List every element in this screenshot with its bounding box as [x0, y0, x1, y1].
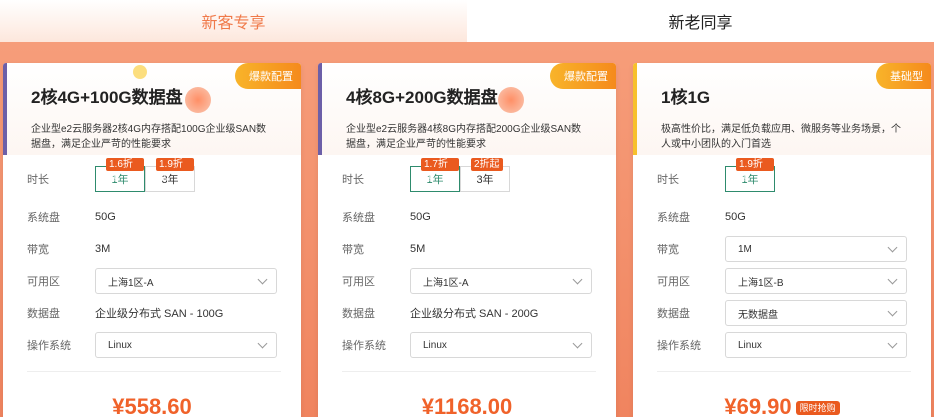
tab-new-customer[interactable]: 新客专享	[0, 0, 467, 42]
divider	[27, 371, 281, 372]
zone-row: 可用区 上海1区-B	[657, 265, 911, 297]
system-disk-row: 系统盘 50G	[657, 211, 746, 224]
system-disk-value: 50G	[95, 211, 116, 223]
bandwidth-select[interactable]: 1M	[725, 236, 907, 262]
hot-config-badge: 爆款配置	[235, 63, 301, 89]
discount-badge: 2折起	[471, 158, 503, 171]
product-card-2c4g: 2核4G+100G数据盘 企业型e2云服务器2核4G内存搭配100G企业级SAN…	[3, 63, 301, 417]
discount-badge: 1.9折起	[156, 158, 194, 183]
limited-offer-badge: 限时抢购	[795, 401, 840, 416]
zone-select[interactable]: 上海1区-B	[725, 268, 907, 294]
os-row: 操作系统 Linux	[27, 329, 281, 361]
basic-type-badge: 基础型	[876, 63, 931, 89]
data-disk-value: 企业级分布式 SAN - 200G	[410, 308, 539, 320]
chevron-down-icon	[257, 338, 268, 348]
divider	[342, 371, 596, 372]
duration-row: 时长 1.9折起 1年	[657, 157, 911, 201]
chevron-down-icon	[887, 306, 898, 316]
card-header: 2核4G+100G数据盘 企业型e2云服务器2核4G内存搭配100G企业级SAN…	[3, 63, 301, 155]
duration-option-3y[interactable]: 2折起 3年	[460, 158, 510, 192]
card-header: 1核1G 极高性价比，满足低负载应用、微服务等业务场景，个人或中小团队的入门首选…	[633, 63, 931, 155]
price: ¥69.90 限时抢购	[633, 394, 931, 417]
os-select[interactable]: Linux	[95, 332, 277, 358]
duration-label: 时长	[27, 174, 49, 186]
zone-row: 可用区 上海1区-A	[27, 265, 281, 297]
os-select[interactable]: Linux	[725, 332, 907, 358]
os-row: 操作系统 Linux	[342, 329, 596, 361]
product-card-1c1g: 1核1G 极高性价比，满足低负载应用、微服务等业务场景，个人或中小团队的入门首选…	[633, 63, 931, 417]
price: ¥1168.00	[421, 394, 513, 417]
divider	[657, 371, 911, 372]
hot-config-badge: 爆款配置	[550, 63, 616, 89]
duration-row: 时长 1.7折起 1年 2折起 3年	[342, 157, 596, 201]
chevron-down-icon	[257, 274, 268, 284]
bandwidth-row: 带宽 1M	[657, 233, 911, 265]
zone-row: 可用区 上海1区-A	[342, 265, 596, 297]
card-description: 企业型e2云服务器2核4G内存搭配100G企业级SAN数据盘，满足企业严苛的性能…	[31, 124, 267, 150]
os-select[interactable]: Linux	[410, 332, 592, 358]
chevron-down-icon	[572, 338, 583, 348]
decor-dot	[133, 65, 147, 79]
chevron-down-icon	[887, 242, 898, 252]
os-row: 操作系统 Linux	[657, 329, 911, 361]
card-description: 企业型e2云服务器4核8G内存搭配200G企业级SAN数据盘，满足企业严苛的性能…	[346, 124, 582, 150]
duration-option-1y[interactable]: 1.9折起 1年	[725, 158, 775, 192]
data-disk-row: 数据盘 企业级分布式 SAN - 200G	[342, 297, 596, 329]
chevron-down-icon	[887, 274, 898, 284]
duration-label: 时长	[657, 174, 679, 186]
zone-select[interactable]: 上海1区-A	[95, 268, 277, 294]
system-disk-value: 50G	[410, 211, 431, 223]
data-disk-select[interactable]: 无数据盘	[725, 300, 907, 326]
duration-option-3y[interactable]: 1.9折起 3年	[145, 158, 195, 192]
card-header: 4核8G+200G数据盘 企业型e2云服务器4核8G内存搭配200G企业级SAN…	[318, 63, 616, 155]
duration-option-1y[interactable]: 1.6折起 1年	[95, 158, 145, 192]
data-disk-value: 企业级分布式 SAN - 100G	[95, 308, 224, 320]
discount-badge: 1.9折起	[736, 158, 774, 183]
system-disk-value: 50G	[725, 211, 746, 223]
bandwidth-value: 3M	[95, 243, 111, 255]
bandwidth-row: 带宽 5M	[342, 243, 426, 256]
decor-dot	[498, 87, 524, 113]
chevron-down-icon	[572, 274, 583, 284]
discount-badge: 1.6折起	[106, 158, 144, 183]
decor-dot	[185, 87, 211, 113]
system-disk-row: 系统盘 50G	[342, 211, 431, 224]
system-disk-row: 系统盘 50G	[27, 211, 116, 224]
tab-bar: 新客专享 新老同享	[0, 0, 934, 42]
duration-label: 时长	[342, 174, 364, 186]
price: ¥558.60	[112, 394, 192, 417]
bandwidth-row: 带宽 3M	[27, 243, 111, 256]
product-card-4c8g: 4核8G+200G数据盘 企业型e2云服务器4核8G内存搭配200G企业级SAN…	[318, 63, 616, 417]
card-description: 极高性价比，满足低负载应用、微服务等业务场景，个人或中小团队的入门首选	[661, 124, 901, 150]
discount-badge: 1.7折起	[421, 158, 459, 183]
data-disk-row: 数据盘 无数据盘	[657, 297, 911, 329]
bandwidth-value: 5M	[410, 243, 426, 255]
tab-all-customers[interactable]: 新老同享	[467, 0, 934, 42]
data-disk-row: 数据盘 企业级分布式 SAN - 100G	[27, 297, 281, 329]
zone-select[interactable]: 上海1区-A	[410, 268, 592, 294]
duration-option-1y[interactable]: 1.7折起 1年	[410, 158, 460, 192]
duration-row: 时长 1.6折起 1年 1.9折起 3年	[27, 157, 281, 201]
chevron-down-icon	[887, 338, 898, 348]
